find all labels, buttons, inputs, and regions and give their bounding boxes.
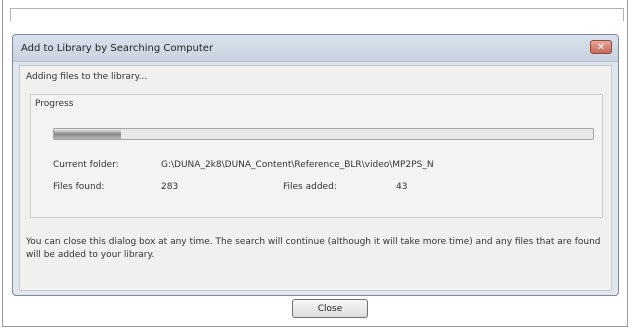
window-frame-top — [10, 8, 624, 21]
dialog-body: Adding files to the library... Progress … — [19, 65, 612, 318]
close-button[interactable]: Close — [292, 299, 368, 318]
current-folder-value: G:\DUNA_2k8\DUNA_Content\Reference_BLR\v… — [161, 160, 434, 170]
dialog-title: Add to Library by Searching Computer — [21, 43, 214, 54]
status-text: Adding files to the library... — [26, 72, 148, 82]
dialog-titlebar[interactable]: Add to Library by Searching Computer ✕ — [13, 35, 618, 62]
progress-bar-fill — [54, 129, 122, 139]
progress-bar — [53, 128, 594, 140]
files-added-value: 43 — [396, 182, 408, 192]
files-added-label: Files added: — [283, 182, 337, 192]
info-text: You can close this dialog box at any tim… — [26, 237, 601, 260]
progress-group: Progress Current folder: G:\DUNA_2k8\DUN… — [30, 94, 603, 218]
close-icon[interactable]: ✕ — [590, 40, 612, 54]
progress-group-label: Progress — [35, 99, 74, 109]
files-found-value: 283 — [161, 182, 179, 192]
files-found-label: Files found: — [53, 182, 105, 192]
current-folder-label: Current folder: — [53, 160, 119, 170]
add-to-library-dialog: Add to Library by Searching Computer ✕ A… — [12, 34, 619, 318]
